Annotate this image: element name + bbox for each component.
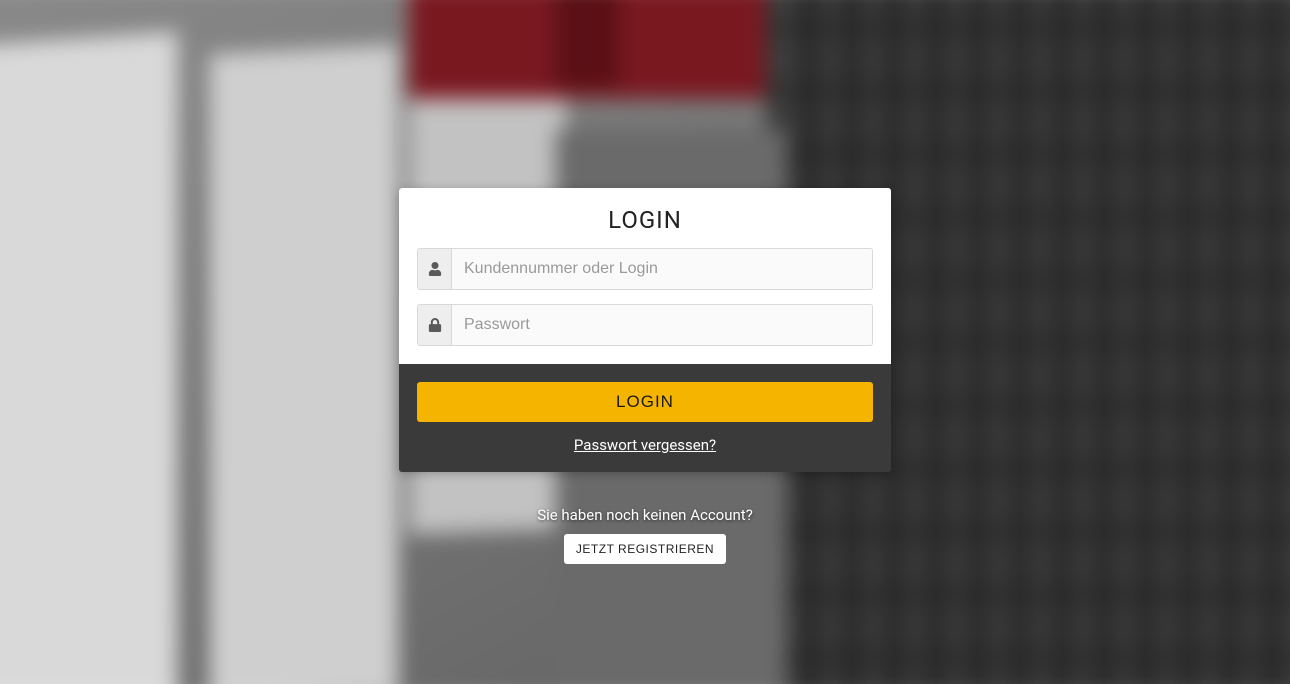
forgot-password-link[interactable]: Passwort vergessen?	[574, 436, 716, 454]
login-button[interactable]: LOGIN	[417, 382, 873, 422]
register-button[interactable]: JETZT REGISTRIEREN	[564, 534, 726, 564]
password-input[interactable]	[452, 305, 872, 345]
password-group	[417, 304, 873, 346]
username-group	[417, 248, 873, 290]
register-section: Sie haben noch keinen Account? JETZT REG…	[537, 506, 753, 564]
user-icon	[418, 249, 452, 289]
username-input[interactable]	[452, 249, 872, 289]
lock-icon	[418, 305, 452, 345]
register-prompt: Sie haben noch keinen Account?	[537, 506, 753, 524]
login-card-top: LOGIN	[399, 188, 891, 364]
login-card-bottom: LOGIN Passwort vergessen?	[399, 364, 891, 472]
login-card: LOGIN LOGIN Passwort vergessen?	[399, 188, 891, 472]
login-title: LOGIN	[417, 206, 873, 234]
